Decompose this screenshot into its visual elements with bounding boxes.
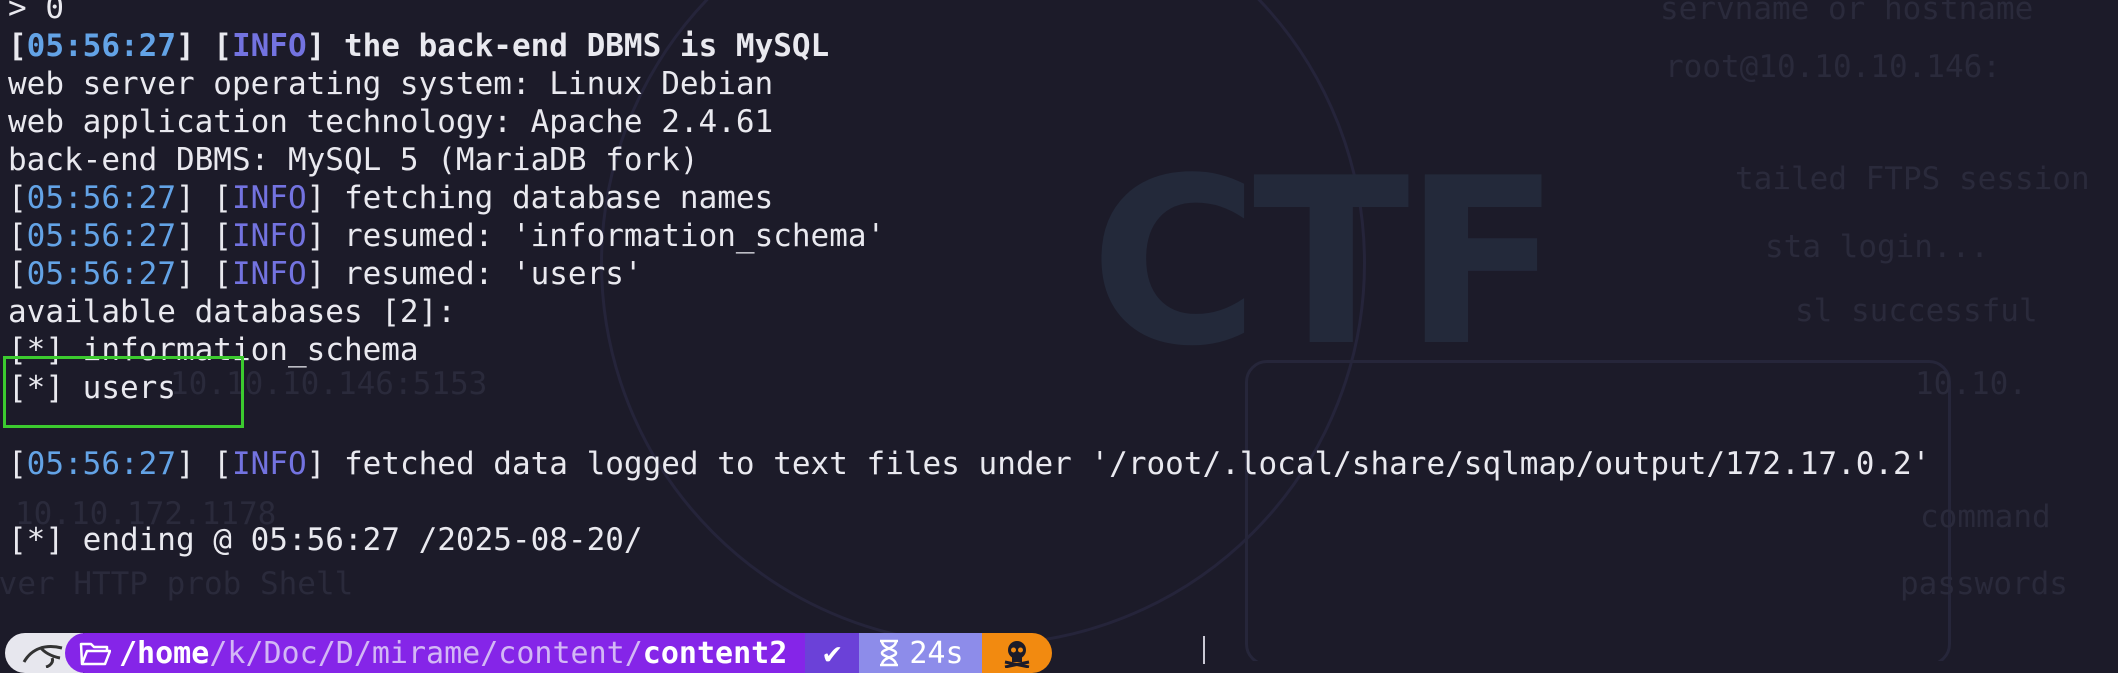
log-timestamp: 05:56:27	[26, 256, 176, 292]
log-message: resumed: 'information_schema'	[343, 218, 886, 254]
folder-open-icon	[79, 642, 111, 666]
highlight-box	[3, 356, 244, 428]
terminal-line: web server operating system: Linux Debia…	[8, 66, 774, 102]
log-level: INFO	[231, 180, 307, 216]
terminal-line: available databases [2]:	[8, 294, 456, 330]
wallpaper-text: command	[1920, 499, 2051, 535]
terminal-line: [05:56:27] [INFO] resumed: 'information_…	[8, 218, 886, 254]
log-timestamp: 05:56:27	[26, 180, 176, 216]
log-level: INFO	[231, 218, 307, 254]
kali-dragon-icon	[22, 645, 63, 668]
terminal-line: [05:56:27] [INFO] the back-end DBMS is M…	[8, 28, 830, 64]
database-item: [*] information_schema	[8, 332, 419, 368]
prompt-duration-segment: 24s	[859, 633, 982, 673]
terminal-line: back-end DBMS: MySQL 5 (MariaDB fork)	[8, 142, 699, 178]
shell-prompt: /home/k/Doc/D/mirame/content/content2 ✔ …	[5, 633, 1052, 673]
log-message: resumed: 'users'	[343, 256, 643, 292]
terminal-line: web application technology: Apache 2.4.6…	[8, 104, 774, 140]
text-cursor	[1203, 636, 1205, 664]
path-segment: /Doc	[245, 635, 318, 671]
log-level: INFO	[231, 28, 307, 64]
log-timestamp: 05:56:27	[26, 218, 176, 254]
terminal-line: [05:56:27] [INFO] resumed: 'users'	[8, 256, 643, 292]
log-timestamp: 05:56:27	[26, 28, 176, 64]
terminal-line: [*] ending @ 05:56:27 /2025-08-20/	[8, 522, 643, 558]
log-message: fetched data logged to text files under …	[343, 446, 1931, 482]
log-message: fetching database names	[343, 180, 774, 216]
terminal-line: [05:56:27] [INFO] fetched data logged to…	[8, 446, 1931, 482]
prompt-root-segment	[981, 633, 1052, 673]
check-icon: ✔	[823, 635, 842, 671]
path-current-dir: content2	[642, 635, 788, 671]
terminal-output: > 0 [05:56:27] [INFO] the back-end DBMS …	[8, 0, 1930, 559]
terminal-line: > 0	[8, 0, 64, 26]
path-segment: /mirame/content/	[353, 635, 643, 671]
log-timestamp: 05:56:27	[26, 446, 176, 482]
database-item: [*] users	[8, 370, 176, 406]
wallpaper-text: passwords	[1900, 566, 2068, 602]
path-segment: /home	[119, 635, 210, 671]
command-duration: 24s	[909, 635, 964, 671]
log-level: INFO	[231, 446, 307, 482]
path-segment: /k	[209, 635, 246, 671]
wallpaper-text: rver HTTP prob Shell	[0, 566, 354, 602]
path-segment: /D	[317, 635, 354, 671]
prompt-status-segment: ✔	[805, 633, 860, 673]
skull-icon	[1004, 641, 1029, 668]
terminal-line: [05:56:27] [INFO] fetching database name…	[8, 180, 774, 216]
wallpaper-text: 10.10.	[1915, 366, 2027, 402]
prompt-path-segment: /home/k/Doc/D/mirame/content/content2	[65, 633, 806, 673]
log-level: INFO	[231, 256, 307, 292]
hourglass-icon	[880, 639, 899, 667]
log-message: the back-end DBMS is MySQL	[343, 28, 830, 64]
